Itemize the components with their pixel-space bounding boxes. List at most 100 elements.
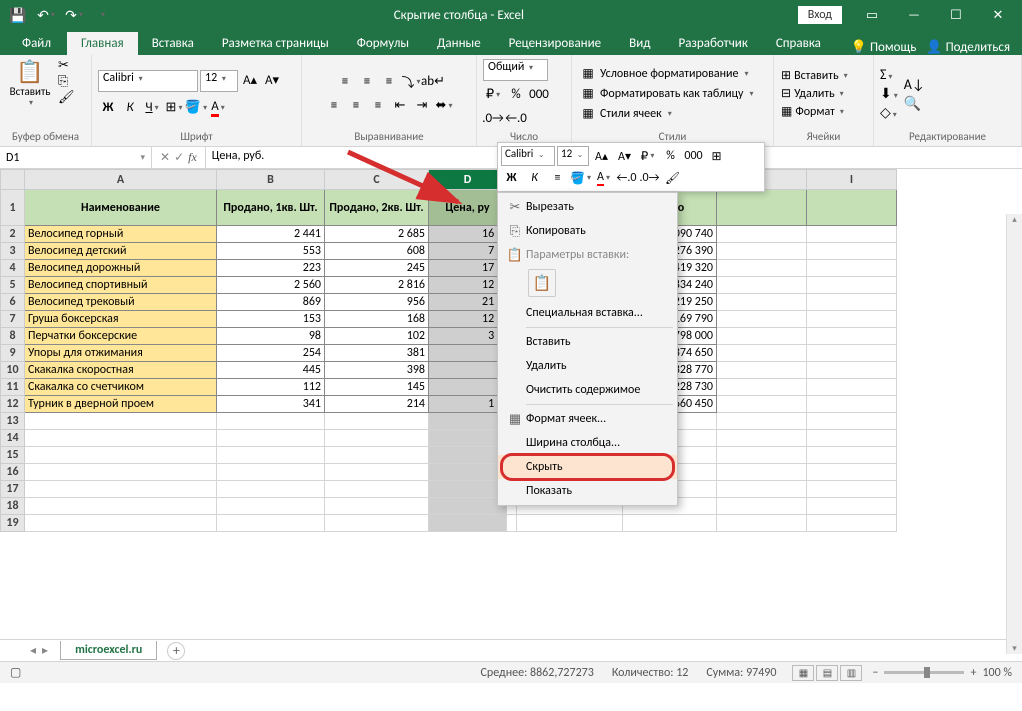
empty-cell[interactable] [429, 498, 507, 515]
header-cell[interactable]: Продано, 1кв. Шт. [217, 190, 325, 226]
data-cell[interactable]: 5 [429, 345, 507, 362]
empty-cell[interactable] [717, 498, 807, 515]
paste-option-icon[interactable]: 📋 [528, 269, 556, 297]
clear-icon[interactable]: ◇▾ [880, 104, 898, 121]
comma-icon[interactable]: 000 [529, 85, 549, 105]
row-header-18[interactable]: 18 [1, 498, 25, 515]
minimize-icon[interactable]: — [894, 0, 934, 30]
header-cell[interactable] [717, 190, 807, 226]
header-cell[interactable]: Наименование [25, 190, 217, 226]
row-header-4[interactable]: 4 [1, 260, 25, 277]
mini-percent-icon[interactable]: % [660, 146, 681, 166]
empty-cell[interactable] [807, 430, 897, 447]
data-cell[interactable]: 98 [217, 328, 325, 345]
save-icon[interactable]: 💾 [6, 3, 30, 27]
conditional-formatting-button[interactable]: ▦Условное форматирование▾ [578, 65, 750, 83]
data-cell[interactable]: Велосипед спортивный [25, 277, 217, 294]
data-cell[interactable]: 2 441 [217, 226, 325, 243]
data-cell[interactable] [807, 277, 897, 294]
indent-inc-icon[interactable]: ⇥ [412, 96, 432, 116]
tell-me-button[interactable]: 💡 Помощь [851, 40, 917, 55]
data-cell[interactable]: 153 [217, 311, 325, 328]
mini-align-icon[interactable]: ≡ [547, 168, 568, 188]
col-header-I[interactable]: I [807, 170, 897, 190]
data-cell[interactable]: Турник в дверной проем [25, 396, 217, 413]
data-cell[interactable]: 3 [429, 362, 507, 379]
merge-icon[interactable]: ⬌▾ [434, 96, 454, 116]
tab-home[interactable]: Главная [67, 32, 138, 55]
empty-cell[interactable] [217, 498, 325, 515]
cut-icon[interactable]: ✂ [58, 58, 75, 73]
row-header-2[interactable]: 2 [1, 226, 25, 243]
empty-cell[interactable] [25, 515, 217, 532]
cm-clear[interactable]: Очистить содержимое [498, 378, 677, 402]
format-painter-icon[interactable]: 🖌 [58, 90, 75, 105]
data-cell[interactable]: 21 4 [429, 294, 507, 311]
mini-grow-font-icon[interactable]: A▴ [591, 146, 612, 166]
col-header-B[interactable]: B [217, 170, 325, 190]
data-cell[interactable]: 102 [325, 328, 429, 345]
header-cell[interactable]: Цена, ру [429, 190, 507, 226]
row-header-3[interactable]: 3 [1, 243, 25, 260]
data-cell[interactable]: 398 [325, 362, 429, 379]
mini-currency-icon[interactable]: ₽▾ [637, 146, 658, 166]
data-cell[interactable] [717, 379, 807, 396]
align-right-icon[interactable]: ≡ [368, 96, 388, 116]
tab-insert[interactable]: Вставка [138, 32, 208, 55]
align-center-icon[interactable]: ≡ [346, 96, 366, 116]
data-cell[interactable]: 223 [217, 260, 325, 277]
data-cell[interactable] [717, 294, 807, 311]
data-cell[interactable] [717, 362, 807, 379]
autosum-icon[interactable]: Σ▾ [880, 66, 898, 83]
row-header-13[interactable]: 13 [1, 413, 25, 430]
vertical-scrollbar[interactable] [1006, 214, 1022, 654]
mini-inc-decimal-icon[interactable]: .0→ [639, 168, 660, 188]
row-header-6[interactable]: 6 [1, 294, 25, 311]
empty-cell[interactable] [717, 447, 807, 464]
row-header-11[interactable]: 11 [1, 379, 25, 396]
mini-fill-icon[interactable]: 🪣▾ [570, 168, 591, 188]
empty-cell[interactable] [717, 430, 807, 447]
empty-cell[interactable] [325, 430, 429, 447]
view-page-layout-icon[interactable]: ▤ [816, 665, 838, 681]
data-cell[interactable]: 2 685 [325, 226, 429, 243]
empty-cell[interactable] [325, 498, 429, 515]
cm-copy[interactable]: ⎘Копировать [498, 219, 677, 243]
delete-cells-button[interactable]: ⊟Удалить▾ [780, 85, 845, 102]
data-cell[interactable] [717, 243, 807, 260]
data-cell[interactable] [807, 260, 897, 277]
data-cell[interactable] [807, 379, 897, 396]
align-middle-icon[interactable]: ≡ [357, 72, 377, 92]
empty-cell[interactable] [717, 515, 807, 532]
data-cell[interactable]: 12 9 [429, 277, 507, 294]
underline-button[interactable]: Ч▾ [142, 98, 162, 118]
mini-shrink-font-icon[interactable]: A▾ [614, 146, 635, 166]
align-left-icon[interactable]: ≡ [324, 96, 344, 116]
row-header-14[interactable]: 14 [1, 430, 25, 447]
empty-cell[interactable] [217, 447, 325, 464]
zoom-out-icon[interactable]: − [872, 666, 878, 680]
data-cell[interactable]: Скакалка со счетчиком [25, 379, 217, 396]
fill-color-icon[interactable]: 🪣▾ [186, 98, 206, 118]
empty-cell[interactable] [623, 515, 717, 532]
data-cell[interactable] [717, 260, 807, 277]
empty-cell[interactable] [25, 481, 217, 498]
cm-delete[interactable]: Удалить [498, 354, 677, 378]
data-cell[interactable]: 168 [325, 311, 429, 328]
cm-format-cells[interactable]: ▦Формат ячеек... [498, 407, 677, 431]
data-cell[interactable]: 341 [217, 396, 325, 413]
empty-cell[interactable] [807, 464, 897, 481]
align-top-icon[interactable]: ≡ [335, 72, 355, 92]
empty-cell[interactable] [25, 430, 217, 447]
percent-icon[interactable]: % [506, 85, 526, 105]
ribbon-display-icon[interactable]: ▭ [852, 0, 892, 30]
row-header-15[interactable]: 15 [1, 447, 25, 464]
col-header-D[interactable]: D [429, 170, 507, 190]
data-cell[interactable] [807, 243, 897, 260]
data-cell[interactable]: 12 9 [429, 311, 507, 328]
cm-cut[interactable]: ✂Вырезать [498, 195, 677, 219]
empty-cell[interactable] [25, 464, 217, 481]
data-cell[interactable]: 381 [325, 345, 429, 362]
empty-cell[interactable] [217, 413, 325, 430]
data-cell[interactable]: 956 [325, 294, 429, 311]
